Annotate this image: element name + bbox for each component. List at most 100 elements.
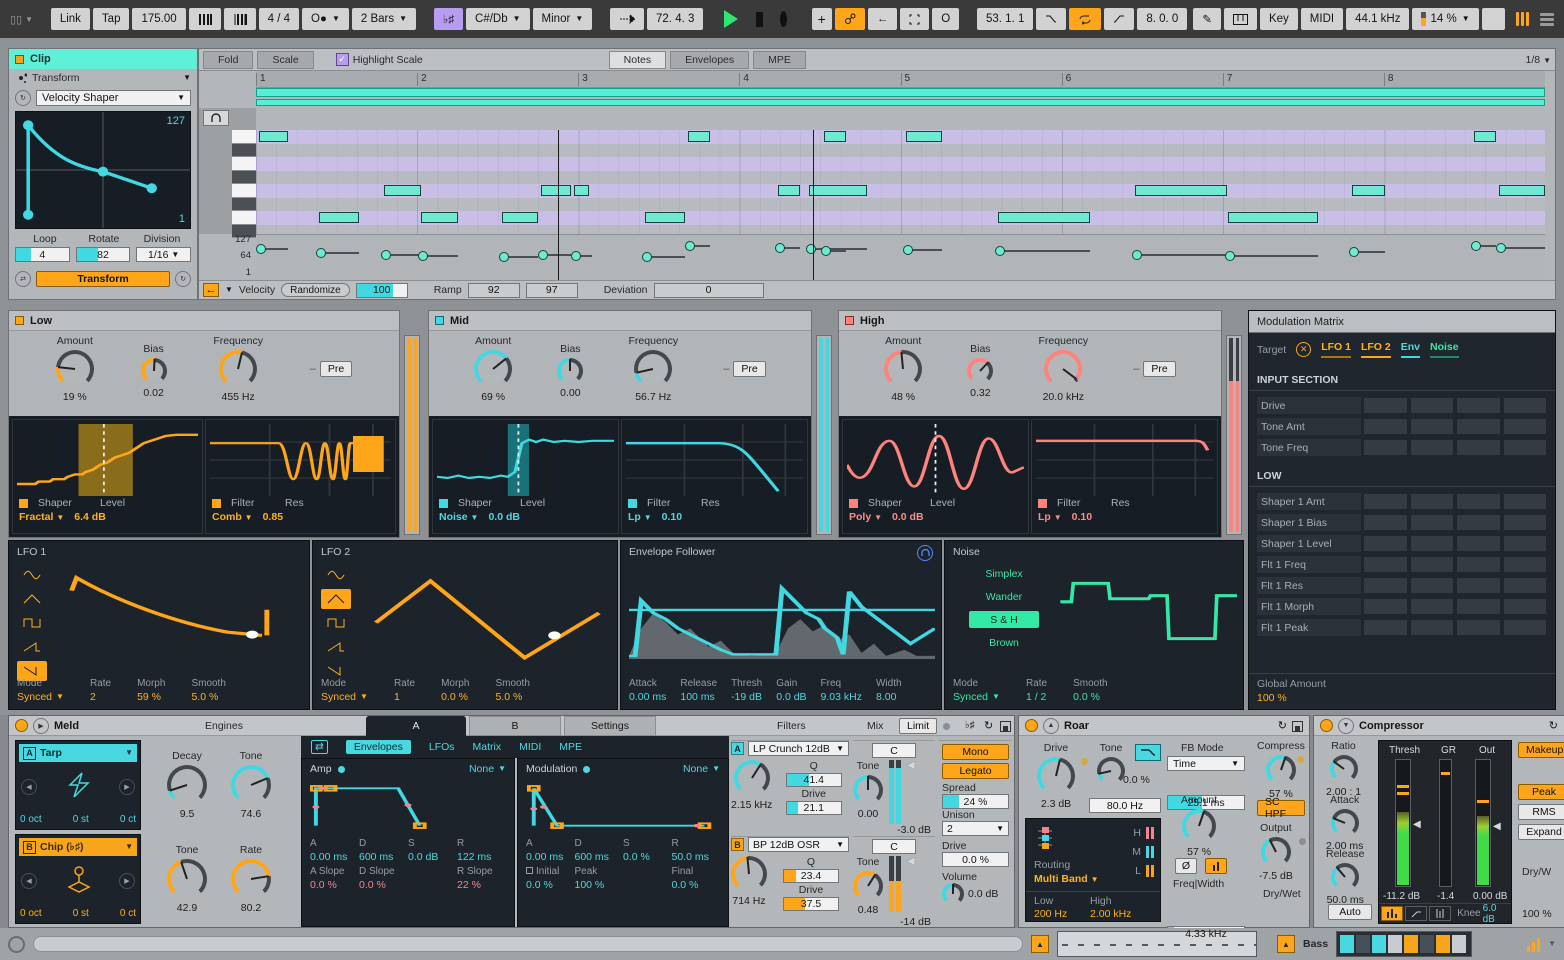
fold-button[interactable]: Fold: [203, 51, 253, 69]
amp-a-slope[interactable]: A Slope0.0 %: [310, 866, 359, 891]
pre-button[interactable]: Pre: [320, 361, 352, 377]
mod-r[interactable]: R50.0 ms: [672, 838, 721, 863]
session-view-toggle-icon[interactable]: [1516, 12, 1529, 26]
mix-b-pan[interactable]: C: [872, 839, 916, 854]
grid-chooser[interactable]: 1/8 ▼: [1526, 54, 1551, 66]
filter-type-chooser[interactable]: Lp ▼: [628, 511, 652, 523]
rotate-value-slider[interactable]: 82: [76, 247, 131, 262]
noise-display[interactable]: [1053, 565, 1237, 657]
info-view-icon[interactable]: [8, 936, 25, 953]
shaper-type-chooser[interactable]: Noise ▼: [439, 511, 478, 523]
thresh-value[interactable]: -11.2 dB: [1383, 891, 1420, 902]
preview-headphone-button[interactable]: [203, 110, 229, 126]
mod-env-preset-chooser[interactable]: None▼: [683, 763, 720, 775]
draw-mode-button[interactable]: ✎: [1193, 8, 1221, 30]
midi-note[interactable]: [574, 185, 588, 196]
fb-shape-button[interactable]: [1205, 858, 1227, 874]
matrix-cell[interactable]: [1503, 577, 1548, 594]
hot-swap-icon[interactable]: ↻: [984, 719, 993, 732]
global-amount-value[interactable]: 100 %: [1257, 692, 1547, 704]
cent-field[interactable]: 0 ct: [120, 908, 136, 919]
loop-length-field[interactable]: 8. 0. 0: [1137, 8, 1187, 30]
auto-release-button[interactable]: Auto: [1328, 904, 1372, 920]
velocity-marker[interactable]: [645, 256, 685, 258]
matrix-cell[interactable]: [1456, 418, 1501, 435]
capture-midi-button[interactable]: ←: [868, 8, 898, 30]
matrix-cell[interactable]: [1410, 598, 1455, 615]
roar-tone-knob[interactable]: [1097, 757, 1125, 785]
filter-activator[interactable]: [1038, 499, 1047, 508]
piano-key[interactable]: [232, 171, 256, 185]
mod-final[interactable]: Final0.0 %: [672, 866, 721, 891]
bar-ruler[interactable]: 12345678: [256, 71, 1545, 88]
mix-b-level[interactable]: -14 dB: [853, 916, 935, 928]
velocity-marker[interactable]: [502, 256, 538, 258]
matrix-cell[interactable]: [1410, 493, 1455, 510]
filter-b-drive-slider[interactable]: 37.5: [783, 897, 839, 911]
engine-a-knob2[interactable]: [231, 765, 271, 805]
mod-envelope-display[interactable]: [526, 779, 720, 835]
shaper-activator[interactable]: [849, 499, 858, 508]
matrix-cell[interactable]: [1503, 514, 1548, 531]
knee-value[interactable]: 6.0 dB: [1483, 903, 1509, 925]
midi-note[interactable]: [824, 131, 846, 142]
quantization-chooser[interactable]: 2 Bars▼: [352, 8, 416, 30]
transform-collapse-chevron[interactable]: ▼: [183, 74, 191, 82]
ef-freq[interactable]: Freq9.03 kHz: [821, 678, 862, 703]
matrix-cell[interactable]: [1503, 535, 1548, 552]
note-grid[interactable]: [256, 130, 1545, 238]
filter-a-q-slider[interactable]: 41.4: [786, 773, 842, 787]
matrix-cell[interactable]: [1503, 619, 1548, 636]
matrix-cell[interactable]: [1503, 556, 1548, 573]
ef-gain[interactable]: Gain0.0 dB: [776, 678, 806, 703]
matrix-source-noise[interactable]: Noise: [1430, 341, 1459, 358]
envelope-follower-display[interactable]: [629, 567, 935, 659]
amount-knob[interactable]: [884, 350, 922, 388]
scale-fold-button[interactable]: Scale: [257, 51, 313, 69]
midi-note[interactable]: [1352, 185, 1386, 196]
initial-checkbox[interactable]: [526, 867, 533, 874]
bias-knob[interactable]: [967, 358, 993, 384]
session-record-button[interactable]: [900, 8, 929, 30]
matrix-cell[interactable]: [1363, 598, 1408, 615]
matrix-cell[interactable]: [1456, 535, 1501, 552]
matrix-cell[interactable]: [1363, 514, 1408, 531]
shaper-display[interactable]: ShaperLevel Noise ▼0.0 dB: [432, 419, 619, 534]
filter-a-freq-knob[interactable]: [734, 760, 770, 796]
play-button[interactable]: [724, 10, 738, 28]
transfer-curve-icon[interactable]: [1405, 906, 1427, 921]
midi-note[interactable]: [384, 185, 421, 196]
mod-s[interactable]: S0.0 %: [623, 838, 672, 863]
device-activator[interactable]: [15, 719, 28, 732]
tempo-field[interactable]: 175.00: [132, 8, 185, 30]
velocity-marker[interactable]: [688, 245, 710, 247]
matrix-cell[interactable]: [1503, 493, 1548, 510]
lfo1-smooth[interactable]: Smooth5.0 %: [191, 678, 225, 703]
matrix-cell[interactable]: [1410, 619, 1455, 636]
matrix-source-lfo1[interactable]: LFO 1: [1321, 341, 1351, 358]
ef-release[interactable]: Release100 ms: [680, 678, 717, 703]
clip-color-swatch[interactable]: [15, 55, 24, 64]
matrix-cell[interactable]: [1503, 418, 1548, 435]
transform-tool-chooser[interactable]: Velocity Shaper▼: [36, 90, 191, 106]
activity-view-icon[interactable]: [1429, 906, 1451, 921]
midi-note[interactable]: [319, 212, 359, 223]
oct-field[interactable]: 0 oct: [20, 814, 42, 825]
matrix-cell[interactable]: [1456, 577, 1501, 594]
matrix-cell[interactable]: [1456, 619, 1501, 636]
amp-envelope-display[interactable]: [310, 779, 506, 835]
automation-re-enable-button[interactable]: O: [932, 8, 959, 30]
amp-s[interactable]: S0.0 dB: [408, 838, 457, 863]
matrix-cell[interactable]: [1503, 397, 1548, 414]
amp-r-slope[interactable]: R Slope22 %: [457, 866, 506, 891]
loop-brace[interactable]: [256, 88, 1545, 97]
velocity-marker[interactable]: [541, 254, 571, 256]
record-button[interactable]: [780, 11, 787, 27]
computer-midi-keyboard-button[interactable]: [1224, 8, 1257, 30]
frequency-knob[interactable]: [1044, 350, 1082, 388]
expand-icon[interactable]: ▶: [33, 718, 49, 734]
punch-out-button[interactable]: [1104, 8, 1134, 30]
legato-button[interactable]: Legato: [942, 763, 1009, 779]
randomize-button[interactable]: Randomize: [281, 283, 350, 297]
lfo1-morph[interactable]: Morph59 %: [137, 678, 165, 703]
